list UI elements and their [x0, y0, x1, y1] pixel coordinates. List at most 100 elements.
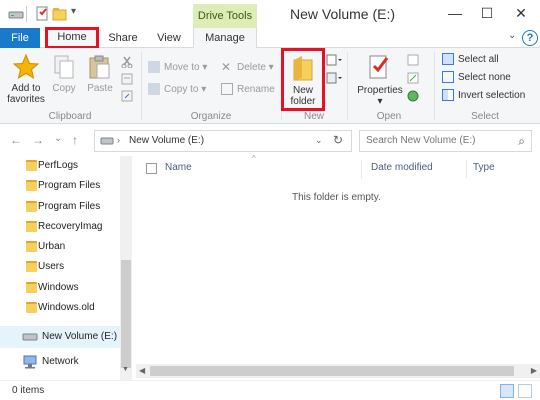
- context-tab-drive-tools: Drive Tools: [193, 4, 257, 28]
- group-separator: [141, 52, 142, 120]
- open-icon[interactable]: [407, 54, 421, 66]
- scroll-left-arrow-icon[interactable]: ◀: [139, 366, 145, 375]
- cut-icon[interactable]: [121, 56, 133, 68]
- nav-folder-item[interactable]: Urban: [26, 237, 66, 257]
- maximize-button[interactable]: ☐: [472, 2, 502, 24]
- content-horizontal-scrollbar[interactable]: ◀ ▶: [136, 364, 540, 378]
- nav-folder-item[interactable]: Program Files: [26, 176, 100, 196]
- nav-network-item[interactable]: Network: [23, 352, 79, 372]
- drive-icon: [100, 137, 114, 145]
- address-bar[interactable]: › New Volume (E:) ⌄ ↻: [94, 130, 352, 152]
- column-header-type[interactable]: Type: [473, 162, 495, 173]
- nav-folder-label: RecoveryImag: [38, 221, 103, 232]
- minimize-button[interactable]: —: [440, 2, 470, 24]
- properties-button[interactable]: Properties ▾: [356, 54, 404, 107]
- new-folder-qa-icon[interactable]: [52, 6, 68, 22]
- group-label-new: New: [303, 111, 324, 122]
- group-label-open: Open: [376, 111, 402, 122]
- nav-folder-item[interactable]: PerfLogs: [26, 156, 79, 176]
- folder-icon: [26, 160, 37, 171]
- tab-file[interactable]: File: [0, 28, 40, 48]
- column-header-name[interactable]: Name: [165, 162, 192, 173]
- drive-icon[interactable]: [8, 6, 24, 22]
- select-none-button[interactable]: Select none: [442, 70, 511, 86]
- easy-access-icon[interactable]: [326, 72, 342, 84]
- history-icon[interactable]: [407, 90, 421, 102]
- details-view-icon[interactable]: [500, 384, 514, 398]
- copy-to-icon: [148, 83, 160, 96]
- add-to-favorites-button[interactable]: Add to favorites: [4, 54, 48, 105]
- copy-to-label: Copy to: [164, 84, 199, 95]
- close-button[interactable]: ✕: [506, 2, 536, 24]
- copy-label: Copy: [52, 83, 76, 94]
- folder-icon: [26, 180, 37, 191]
- move-to-button[interactable]: Move to ▾: [148, 60, 207, 76]
- nav-folder-item[interactable]: Users: [26, 257, 64, 277]
- tab-view[interactable]: View: [154, 28, 184, 48]
- qa-separator: [26, 6, 27, 22]
- invert-selection-button[interactable]: Invert selection: [442, 88, 525, 104]
- large-icons-view-icon[interactable]: [518, 384, 532, 398]
- nav-folder-item[interactable]: RecoveryImag: [26, 217, 103, 237]
- folder-icon: [26, 261, 37, 272]
- search-input[interactable]: Search New Volume (E:) ⌕: [359, 130, 532, 152]
- back-arrow-icon[interactable]: ←: [10, 133, 22, 147]
- nav-folder-item[interactable]: Windows.old: [26, 298, 95, 318]
- help-icon[interactable]: ?: [522, 30, 538, 46]
- address-dropdown-chevron-icon[interactable]: ⌄: [315, 135, 323, 146]
- paste-shortcut-icon[interactable]: [121, 90, 133, 102]
- scroll-right-arrow-icon[interactable]: ▶: [531, 366, 537, 375]
- nav-folder-label: Urban: [38, 241, 66, 252]
- breadcrumb-separator-icon[interactable]: ›: [117, 135, 120, 145]
- nav-folder-item[interactable]: Windows: [26, 278, 79, 298]
- move-to-icon: [148, 61, 160, 74]
- nav-folder-item[interactable]: Program Files: [26, 197, 100, 217]
- recent-locations-chevron-icon[interactable]: ⌄: [54, 133, 62, 144]
- up-arrow-icon[interactable]: ↑: [72, 133, 78, 147]
- new-folder-highlight: [281, 48, 325, 111]
- rename-label: Rename: [237, 84, 275, 95]
- address-row: ← → ⌄ ↑ › New Volume (E:) ⌄ ↻ Search New…: [0, 124, 540, 156]
- group-label-clipboard: Clipboard: [48, 111, 92, 122]
- nav-vertical-scrollbar[interactable]: ▼: [120, 156, 132, 380]
- delete-button[interactable]: ✕ Delete ▾: [221, 60, 274, 76]
- copy-to-button[interactable]: Copy to ▾: [148, 82, 206, 98]
- nav-drive-item[interactable]: New Volume (E:): [22, 327, 117, 347]
- nav-scroll-thumb[interactable]: [121, 260, 131, 368]
- refresh-icon[interactable]: ↻: [333, 133, 343, 147]
- nav-folder-label: PerfLogs: [38, 160, 79, 171]
- tab-manage[interactable]: Manage: [193, 28, 257, 48]
- column-header-date-modified[interactable]: Date modified: [371, 162, 433, 173]
- group-label-select: Select: [471, 111, 499, 122]
- sort-indicator-icon: ^: [252, 154, 256, 163]
- select-all-button[interactable]: Select all: [442, 52, 499, 68]
- customize-qa-chevron-icon[interactable]: ▾: [71, 6, 76, 22]
- window-title: New Volume (E:): [290, 6, 396, 22]
- ribbon-tabs: File Home Share View Manage ⌄ ?: [0, 27, 540, 49]
- tab-home[interactable]: Home: [45, 27, 99, 49]
- group-separator: [347, 52, 348, 120]
- file-list: Name ^ Date modified Type This folder is…: [132, 154, 540, 380]
- edit-icon[interactable]: [407, 72, 421, 84]
- content-scroll-thumb[interactable]: [150, 366, 514, 376]
- folder-icon: [26, 282, 37, 293]
- column-separator[interactable]: [361, 160, 362, 178]
- column-separator[interactable]: [466, 160, 467, 178]
- tab-share[interactable]: Share: [108, 28, 138, 48]
- rename-icon: [221, 83, 233, 96]
- folder-icon: [26, 221, 37, 232]
- new-item-icon[interactable]: [326, 54, 342, 66]
- ribbon-expand-chevron-icon[interactable]: ⌄: [508, 30, 516, 41]
- scroll-down-arrow-icon[interactable]: ▼: [122, 366, 129, 373]
- copy-path-icon[interactable]: [121, 73, 133, 85]
- select-none-label: Select none: [458, 72, 511, 83]
- nav-network-label: Network: [42, 356, 79, 367]
- rename-button[interactable]: Rename: [221, 82, 275, 98]
- status-bar: 0 items: [0, 380, 540, 400]
- properties-qa-icon[interactable]: [34, 6, 50, 22]
- forward-arrow-icon[interactable]: →: [32, 133, 44, 147]
- select-all-checkbox[interactable]: [146, 163, 157, 174]
- copy-button[interactable]: Copy: [50, 54, 78, 94]
- paste-button[interactable]: Paste: [85, 54, 115, 94]
- ribbon: Add to favorites Copy Paste Clipboard Mo…: [0, 48, 540, 124]
